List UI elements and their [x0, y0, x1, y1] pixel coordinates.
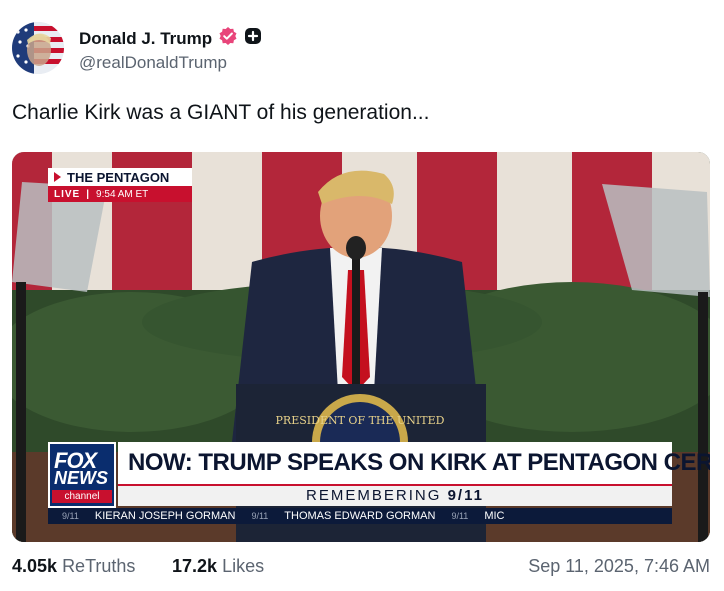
- verified-badge-icon: [218, 26, 238, 51]
- ticker-separator: 9/11: [451, 511, 469, 521]
- likes-count: 17.2k: [172, 556, 218, 576]
- ticker-name: KIERAN JOSEPH GORMAN: [94, 510, 236, 522]
- post-timestamp[interactable]: Sep 11, 2025, 7:46 AM: [528, 556, 710, 577]
- video-thumbnail[interactable]: PRESIDENT OF THE UNITED THE PENTAGON LIV…: [12, 152, 710, 542]
- user-handle[interactable]: @realDonaldTrump: [79, 53, 227, 73]
- retruths-count: 4.05k: [12, 556, 58, 576]
- post-header: Donald J. Trump @realDonaldTrump: [12, 20, 712, 76]
- bug-time: 9:54 AM ET: [96, 188, 149, 200]
- subhead-text: REMEMBERING: [306, 487, 442, 504]
- play-triangle-icon: [54, 172, 61, 182]
- news-ticker: 9/11 KIERAN JOSEPH GORMAN 9/11 THOMAS ED…: [48, 508, 672, 524]
- live-label: LIVE: [54, 188, 81, 200]
- subhead-bar: REMEMBERING 9/11: [118, 484, 672, 506]
- ticker-separator: 9/11: [251, 511, 269, 521]
- retruths-label: ReTruths: [62, 556, 136, 576]
- likes-stat[interactable]: 17.2k Likes: [172, 556, 264, 577]
- fox-news-logo: FOX NEWS channel: [48, 442, 116, 508]
- bug-divider: |: [86, 188, 91, 200]
- headline-text: NOW: TRUMP SPEAKS ON KIRK AT PENTAGON CE…: [128, 449, 710, 476]
- retruths-stat[interactable]: 4.05k ReTruths: [12, 556, 135, 577]
- logo-channel-text: channel: [52, 490, 112, 503]
- ticker-name: MIC: [484, 510, 505, 522]
- logo-news-text: NEWS: [54, 468, 108, 488]
- lower-third: FOX NEWS channel NOW: TRUMP SPEAKS ON KI…: [48, 442, 710, 526]
- live-bug: THE PENTAGON LIVE | 9:54 AM ET: [48, 168, 192, 202]
- post-text: Charlie Kirk was a GIANT of his generati…: [12, 101, 430, 124]
- bug-title: THE PENTAGON: [67, 169, 170, 185]
- likes-label: Likes: [222, 556, 265, 576]
- name-row: Donald J. Trump: [79, 26, 262, 51]
- avatar[interactable]: [12, 22, 64, 74]
- podium-seal-text: PRESIDENT OF THE UNITED: [276, 414, 445, 427]
- headline-bar: NOW: TRUMP SPEAKS ON KIRK AT PENTAGON CE…: [118, 442, 710, 484]
- plus-badge-icon: [244, 27, 262, 50]
- ticker-separator: 9/11: [62, 511, 79, 521]
- post-footer: 4.05k ReTruths 17.2k Likes Sep 11, 2025,…: [12, 556, 710, 580]
- ticker-name: THOMAS EDWARD GORMAN: [284, 510, 436, 522]
- subhead-date: 9/11: [447, 487, 484, 504]
- display-name[interactable]: Donald J. Trump: [79, 29, 212, 49]
